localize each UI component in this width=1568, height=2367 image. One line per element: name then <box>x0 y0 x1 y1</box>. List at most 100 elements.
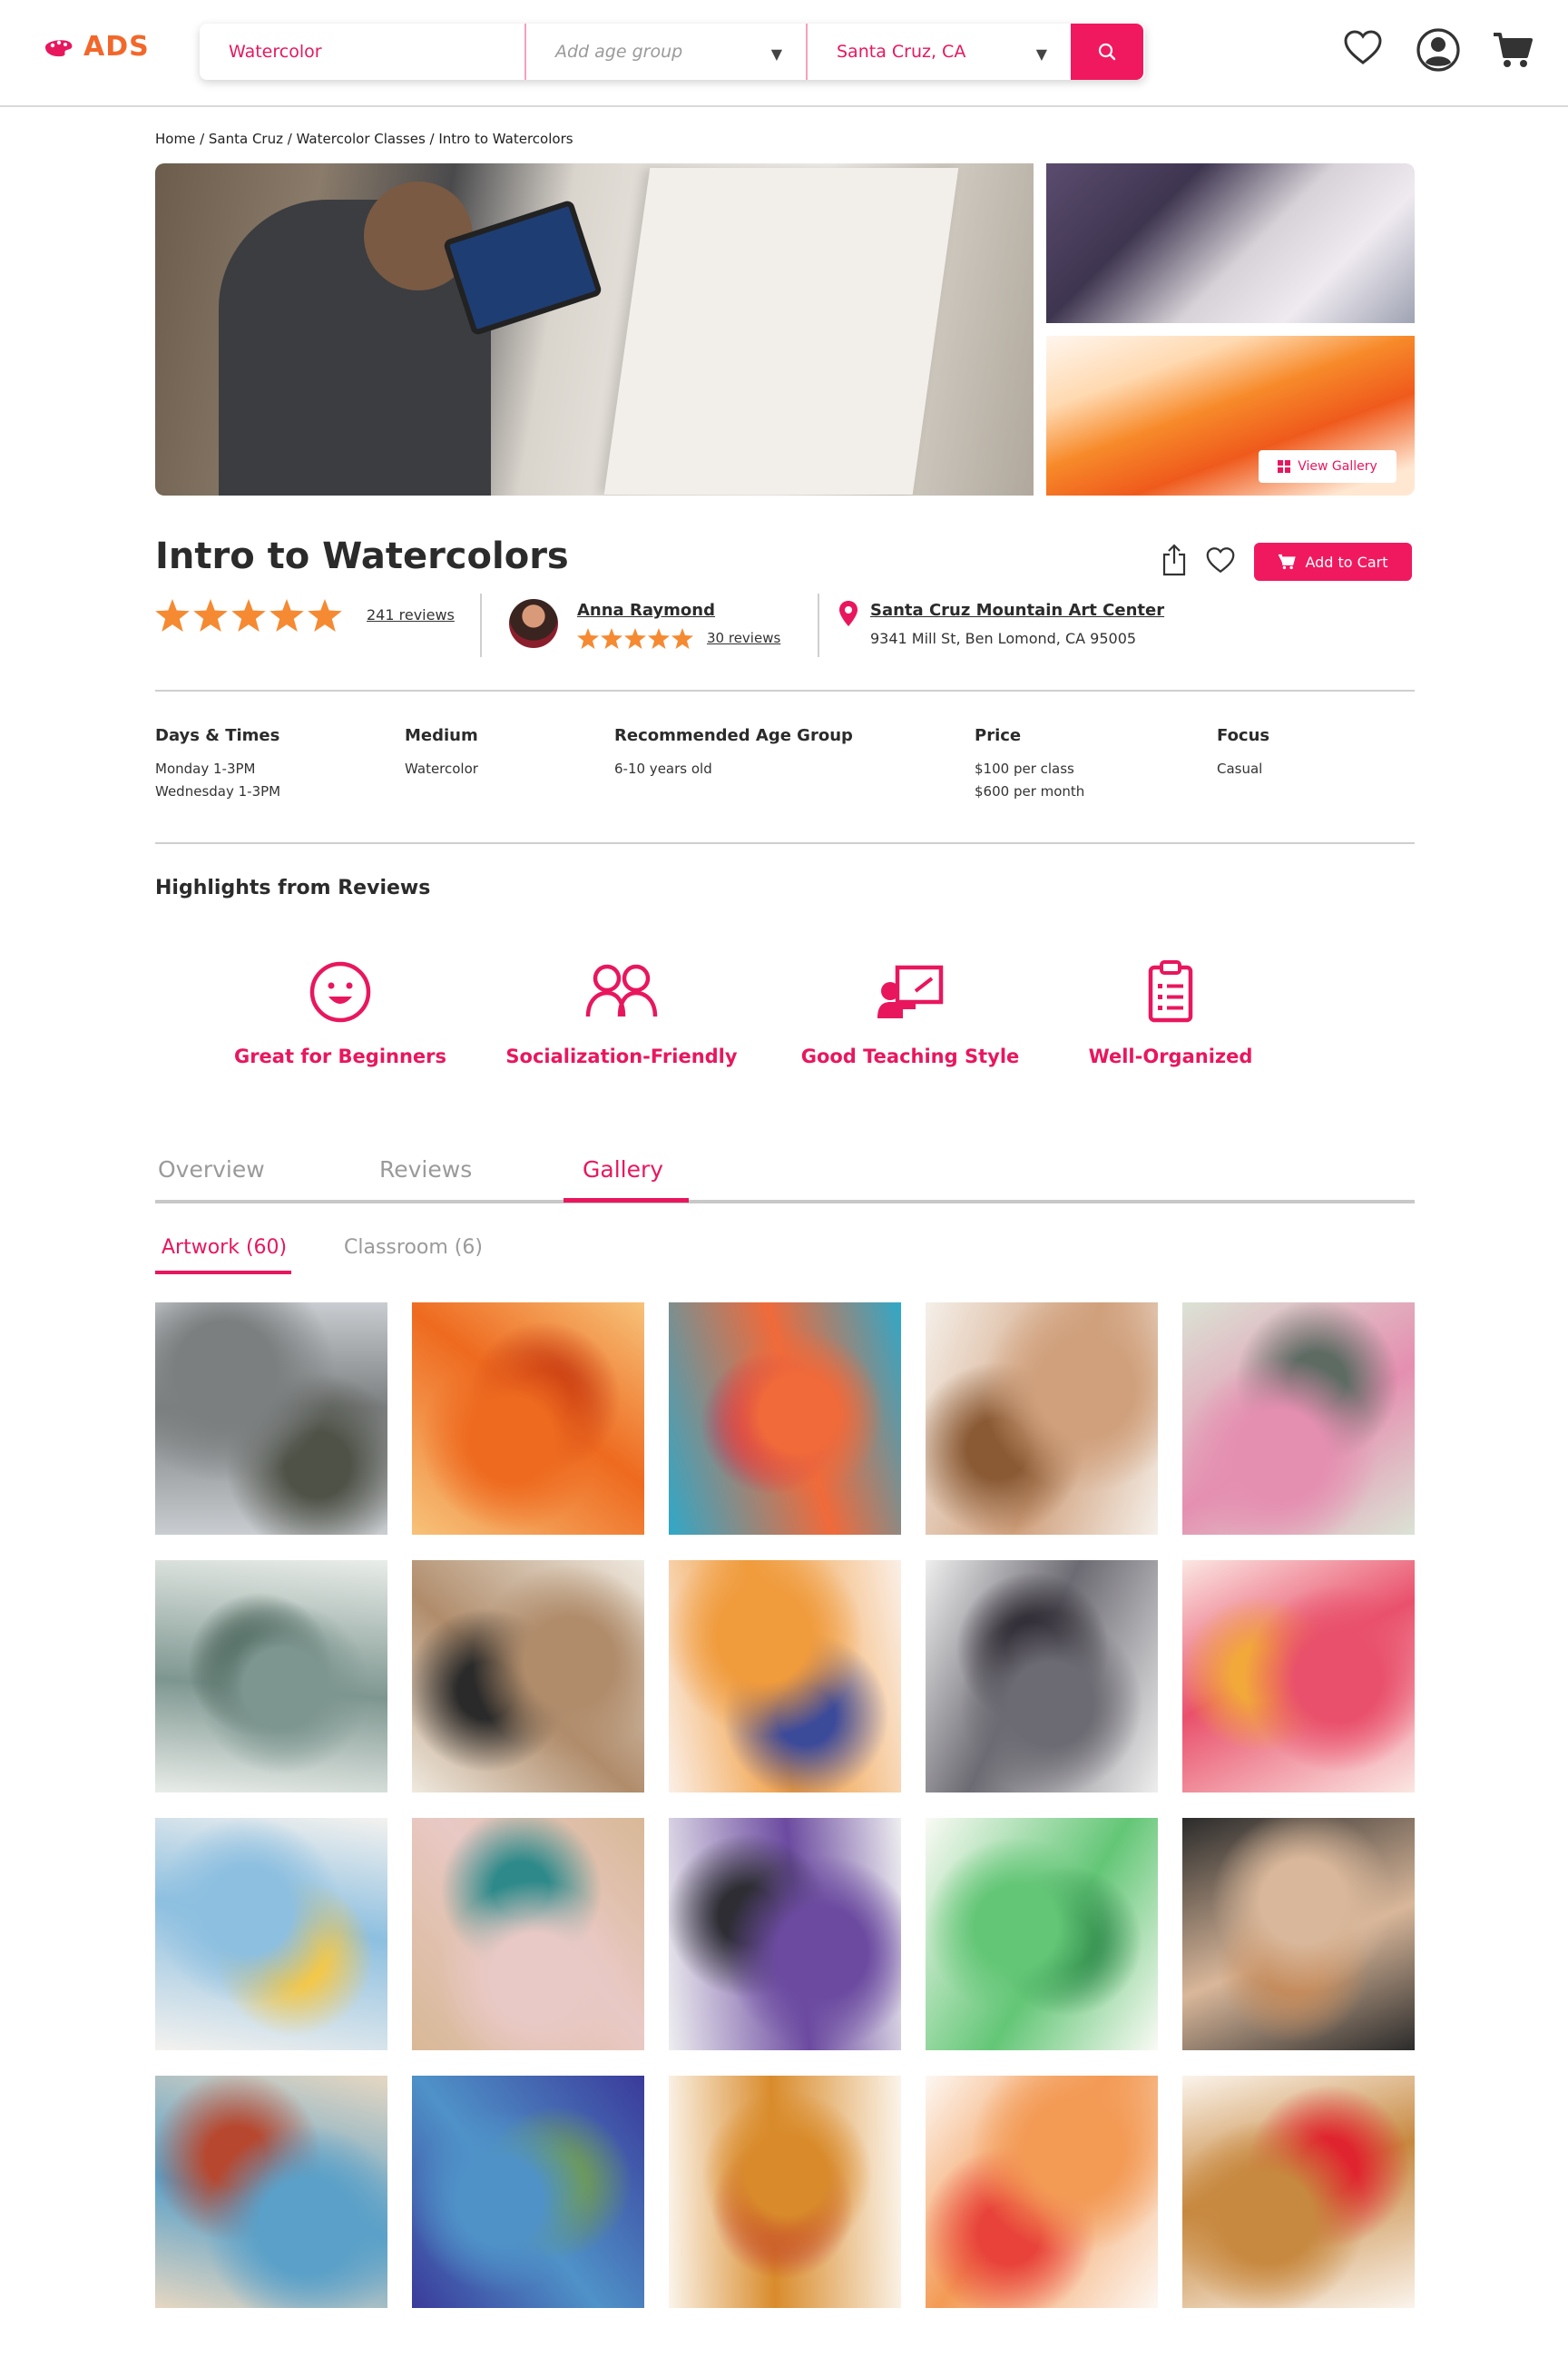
detail-value: Wednesday 1-3PM <box>155 783 281 800</box>
logo-text: ADS <box>83 31 150 63</box>
breadcrumb[interactable]: Home / Santa Cruz / Watercolor Classes /… <box>155 131 573 147</box>
heart-icon <box>1206 547 1235 574</box>
avatar[interactable] <box>509 599 558 648</box>
share-icon <box>1162 544 1186 576</box>
cart-button[interactable] <box>1492 31 1534 69</box>
detail-value: Casual <box>1217 761 1263 777</box>
gallery-tile-green-creature[interactable] <box>926 1818 1158 2050</box>
star-icon <box>601 628 622 649</box>
gallery-tile-bear-bunny[interactable] <box>1182 2076 1415 2308</box>
location-name-link[interactable]: Santa Cruz Mountain Art Center <box>870 601 1164 620</box>
star-icon <box>231 599 266 632</box>
search-icon <box>1098 43 1116 61</box>
age-group-select[interactable]: Add age group ▼ <box>524 24 806 80</box>
gallery-tile-face-painting[interactable] <box>1182 1818 1415 2050</box>
detail-label: Medium <box>405 726 478 745</box>
gallery-tile-color-swatches[interactable] <box>155 1818 387 2050</box>
class-meta-row: 241 reviews Anna Raymond 30 reviews Sant… <box>155 594 1415 657</box>
gallery-tile-bird-painting[interactable] <box>412 1818 644 2050</box>
search-bar: Watercolor Add age group ▼ Santa Cruz, C… <box>200 24 1145 80</box>
hero-image-kids-drawing[interactable] <box>1046 163 1415 323</box>
star-icon <box>308 599 342 632</box>
gallery-tile-rainbow-cat[interactable] <box>669 1560 901 1792</box>
divider <box>480 594 482 657</box>
subtab-classroom[interactable]: Classroom (6) <box>344 1236 483 1259</box>
save-favorite-button[interactable] <box>1205 546 1236 577</box>
cart-icon <box>1279 554 1297 570</box>
star-icon <box>155 599 190 632</box>
location-select[interactable]: Santa Cruz, CA ▼ <box>806 24 1071 80</box>
detail-label: Focus <box>1217 726 1270 745</box>
detail-focus: Focus Casual <box>1217 726 1269 781</box>
smiley-icon <box>309 961 371 1023</box>
gallery-tile-misty-barn[interactable] <box>155 1302 387 1535</box>
teacher-name-link[interactable]: Anna Raymond <box>577 601 715 620</box>
gallery-tile-dark-flower[interactable] <box>926 1560 1158 1792</box>
add-to-cart-button[interactable]: Add to Cart <box>1254 543 1412 581</box>
highlight-label: Good Teaching Style <box>800 1046 1020 1067</box>
age-group-placeholder: Add age group <box>555 42 683 62</box>
favorites-button[interactable] <box>1343 29 1383 65</box>
chevron-down-icon: ▼ <box>770 45 782 63</box>
highlights-title: Highlights from Reviews <box>155 877 431 899</box>
page-title: Intro to Watercolors <box>155 535 569 577</box>
detail-value: 6-10 years old <box>614 761 712 777</box>
gallery-tile-lotus-flower[interactable] <box>1182 1302 1415 1535</box>
detail-value: $600 per month <box>975 783 1085 800</box>
heart-icon <box>1344 30 1382 64</box>
section-tabs: Overview Reviews Gallery <box>155 1153 1415 1203</box>
detail-label: Days & Times <box>155 726 280 745</box>
gallery-tile-palette-houses[interactable] <box>155 2076 387 2308</box>
view-gallery-button[interactable]: View Gallery <box>1259 450 1396 483</box>
star-icon <box>270 599 304 632</box>
teacher-board-icon <box>877 965 944 1018</box>
detail-label: Recommended Age Group <box>614 726 853 745</box>
star-icon <box>577 628 599 649</box>
gallery-tile-orange-fox[interactable] <box>412 1302 644 1535</box>
divider <box>155 842 1415 844</box>
title-actions: Add to Cart <box>1161 543 1412 581</box>
tab-gallery[interactable]: Gallery <box>583 1156 663 1183</box>
gallery-tile-pine-forest[interactable] <box>155 1560 387 1792</box>
detail-age-group: Recommended Age Group 6-10 years old <box>614 726 853 781</box>
account-button[interactable] <box>1416 27 1461 73</box>
share-button[interactable] <box>1161 544 1187 580</box>
gallery-tile-hedgehog[interactable] <box>669 2076 901 2308</box>
gallery-tile-handprints[interactable] <box>926 2076 1158 2308</box>
star-icon <box>648 628 670 649</box>
gallery-tile-pink-hair-girl[interactable] <box>1182 1560 1415 1792</box>
highlight-item: Well-Organized <box>1071 960 1270 1067</box>
hero-image-fox[interactable]: View Gallery <box>1046 336 1415 496</box>
subtab-artwork[interactable]: Artwork (60) <box>162 1236 287 1259</box>
teacher-reviews-link[interactable]: 30 reviews <box>707 630 780 646</box>
teacher-rating-stars <box>577 628 693 649</box>
tab-reviews[interactable]: Reviews <box>379 1156 472 1183</box>
hero-gallery[interactable]: View Gallery <box>155 163 1415 496</box>
highlight-label: Well-Organized <box>1088 1046 1253 1067</box>
easel-canvas-shape <box>603 168 959 495</box>
active-tab-indicator <box>564 1198 689 1203</box>
hero-main-image[interactable] <box>155 163 1034 496</box>
grid-icon <box>1278 460 1291 473</box>
gallery-tile-paint-supplies[interactable] <box>412 1560 644 1792</box>
tab-overview[interactable]: Overview <box>158 1156 265 1183</box>
highlight-label: Socialization-Friendly <box>505 1046 738 1067</box>
star-icon <box>671 628 693 649</box>
gallery-tile-earth-globe[interactable] <box>412 2076 644 2308</box>
star-icon <box>193 599 228 632</box>
logo[interactable]: ADS <box>42 31 150 63</box>
star-icon <box>624 628 646 649</box>
detail-value: $100 per class <box>975 761 1074 777</box>
chevron-down-icon: ▼ <box>1035 45 1047 63</box>
top-nav: ADS Watercolor Add age group ▼ Santa Cru… <box>0 0 1568 107</box>
class-reviews-link[interactable]: 241 reviews <box>367 606 455 624</box>
user-icon <box>1416 28 1460 72</box>
gallery-tile-painting-hands[interactable] <box>926 1302 1158 1535</box>
gallery-tile-fantasy-girl[interactable] <box>669 1302 901 1535</box>
search-input[interactable]: Watercolor <box>200 24 524 80</box>
detail-days-times: Days & Times Monday 1-3PM Wednesday 1-3P… <box>155 726 280 803</box>
detail-label: Price <box>975 726 1022 745</box>
gallery-tile-iris-sketch[interactable] <box>669 1818 901 2050</box>
add-to-cart-label: Add to Cart <box>1305 553 1388 571</box>
search-button[interactable] <box>1071 24 1143 80</box>
